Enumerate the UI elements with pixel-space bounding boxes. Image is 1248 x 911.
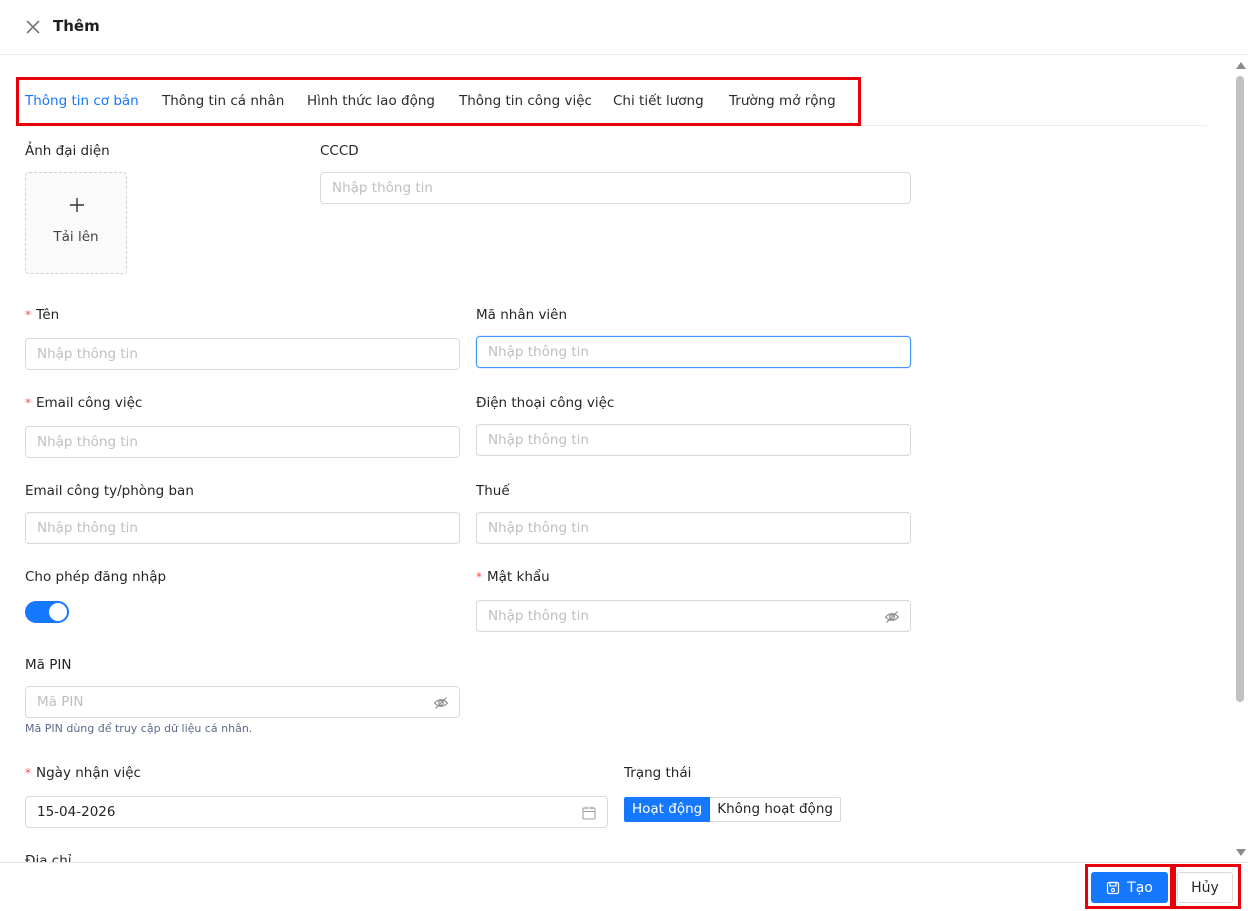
start-date-picker[interactable]: 15-04-2026: [25, 796, 608, 828]
work-phone-input[interactable]: Nhập thông tin: [476, 424, 911, 456]
name-input[interactable]: Nhập thông tin: [25, 338, 460, 370]
cccd-input[interactable]: Nhập thông tin: [320, 172, 911, 204]
close-icon[interactable]: [24, 18, 42, 36]
eye-slash-icon[interactable]: [433, 695, 449, 711]
create-button-label: Tạo: [1127, 879, 1153, 896]
allow-login-label: Cho phép đăng nhập: [25, 569, 167, 585]
modal-header: Thêm: [0, 0, 1248, 55]
employee-code-input[interactable]: Nhập thông tin: [476, 336, 911, 368]
address-label: Địa chỉ: [25, 853, 72, 862]
scrollbar[interactable]: [1232, 56, 1248, 862]
tab-basic-info[interactable]: Thông tin cơ bản: [25, 93, 139, 109]
employee-code-label: Mã nhân viên: [476, 307, 568, 323]
tab-employment-type[interactable]: Hình thức lao động: [307, 93, 435, 109]
required-mark: *: [476, 570, 482, 584]
tax-input[interactable]: Nhập thông tin: [476, 512, 911, 544]
pin-input[interactable]: Mã PIN: [25, 686, 460, 718]
scroll-down-arrow-icon[interactable]: [1236, 849, 1246, 856]
tab-salary-detail[interactable]: Chi tiết lương: [613, 93, 704, 109]
company-email-label: Email công ty/phòng ban: [25, 483, 194, 499]
modal-title: Thêm: [53, 17, 100, 35]
plus-icon: [70, 198, 84, 212]
pin-help-text: Mã PIN dùng để truy cập dữ liệu cá nhân.: [25, 722, 253, 735]
toggle-knob: [49, 603, 67, 621]
tab-bar: Thông tin cơ bản Thông tin cá nhân Hình …: [14, 76, 1207, 126]
required-mark: *: [25, 766, 31, 780]
calendar-icon[interactable]: [581, 805, 597, 821]
required-mark: *: [25, 396, 31, 410]
tax-label: Thuế: [476, 483, 510, 499]
cccd-label: CCCD: [320, 143, 359, 159]
pin-label: Mã PIN: [25, 657, 72, 673]
name-label: * Tên: [25, 307, 60, 323]
save-icon: [1107, 881, 1120, 894]
required-mark: *: [25, 308, 31, 322]
work-phone-label: Điện thoại công việc: [476, 395, 615, 411]
allow-login-toggle[interactable]: [25, 601, 69, 623]
avatar-label: Ảnh đại diện: [25, 143, 110, 159]
modal-footer: [0, 862, 1248, 911]
upload-label: Tải lên: [53, 229, 99, 245]
cancel-button-label: Hủy: [1191, 879, 1219, 896]
tab-job-info[interactable]: Thông tin công việc: [459, 93, 592, 109]
start-date-label: * Ngày nhận việc: [25, 765, 141, 781]
tab-extended-fields[interactable]: Trường mở rộng: [729, 93, 836, 109]
tab-personal-info[interactable]: Thông tin cá nhân: [162, 93, 284, 109]
avatar-upload[interactable]: Tải lên: [25, 172, 127, 274]
password-input[interactable]: Nhập thông tin: [476, 600, 911, 632]
status-active-option[interactable]: Hoạt động: [624, 797, 711, 822]
work-email-label: * Email công việc: [25, 395, 143, 411]
work-email-input[interactable]: Nhập thông tin: [25, 426, 460, 458]
modal-body: Thông tin cơ bản Thông tin cá nhân Hình …: [0, 56, 1232, 862]
cancel-button[interactable]: Hủy: [1177, 872, 1233, 903]
scroll-up-arrow-icon[interactable]: [1236, 62, 1246, 69]
pin-placeholder: Mã PIN: [37, 694, 84, 710]
status-segmented: Hoạt động Không hoạt động: [624, 797, 841, 822]
scrollbar-thumb[interactable]: [1236, 76, 1244, 702]
password-placeholder: Nhập thông tin: [488, 608, 589, 624]
status-label: Trạng thái: [624, 765, 692, 781]
create-button[interactable]: Tạo: [1091, 872, 1168, 903]
eye-slash-icon[interactable]: [884, 609, 900, 625]
password-label: * Mật khẩu: [476, 569, 550, 585]
status-inactive-option[interactable]: Không hoạt động: [710, 797, 841, 822]
company-email-input[interactable]: Nhập thông tin: [25, 512, 460, 544]
start-date-value: 15-04-2026: [37, 804, 116, 820]
